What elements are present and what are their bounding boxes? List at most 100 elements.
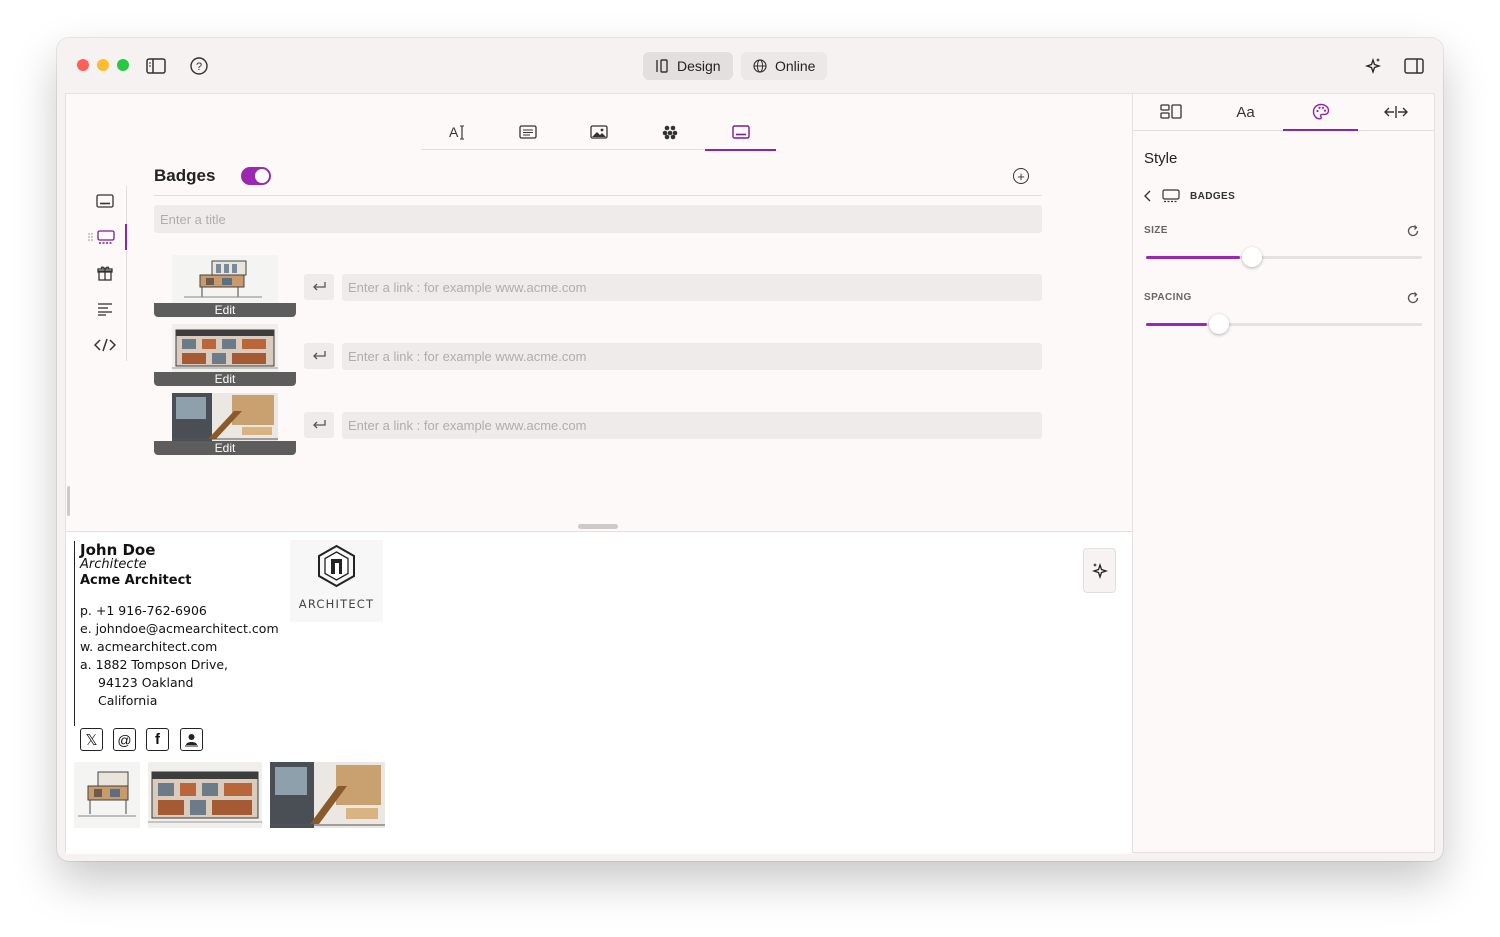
help-icon[interactable]: ? bbox=[188, 55, 210, 77]
globe-icon bbox=[753, 59, 767, 73]
signature-accent-line bbox=[74, 541, 75, 726]
return-icon bbox=[313, 351, 326, 360]
tab-image[interactable] bbox=[563, 114, 634, 150]
nav-code-item[interactable] bbox=[94, 334, 116, 356]
badge-thumbnail[interactable]: Edit bbox=[154, 255, 296, 317]
badge-row: Edit bbox=[154, 255, 1042, 317]
reset-size-icon[interactable] bbox=[1406, 224, 1420, 238]
inspector-toggle-icon[interactable] bbox=[1403, 55, 1425, 77]
spacing-icon bbox=[1383, 106, 1408, 118]
signature-role: Architecte bbox=[80, 557, 147, 572]
ai-sparkle-icon[interactable] bbox=[1362, 55, 1384, 77]
email-prefix: e. bbox=[80, 621, 92, 636]
threads-icon: @ bbox=[117, 731, 132, 748]
signature-badge-image[interactable] bbox=[74, 762, 140, 828]
ai-assist-button[interactable] bbox=[1083, 548, 1116, 593]
spacing-label: SPACING bbox=[1144, 292, 1192, 303]
contact-social-link[interactable] bbox=[180, 728, 203, 751]
badge-thumbnail[interactable]: Edit bbox=[154, 393, 296, 455]
size-slider-knob[interactable] bbox=[1242, 247, 1262, 267]
signature-email-line: e. johndoe@acmearchitect.com bbox=[80, 621, 279, 636]
logo-text: ARCHITECT bbox=[298, 597, 375, 611]
tab-apps[interactable] bbox=[634, 114, 705, 150]
design-label: Design bbox=[677, 58, 721, 74]
signature-phone-line: p. +1 916-762-6906 bbox=[80, 603, 207, 618]
size-slider[interactable] bbox=[1146, 247, 1422, 267]
minimize-window-button[interactable] bbox=[97, 59, 109, 71]
facebook-social-link[interactable]: f bbox=[146, 728, 169, 751]
tab-layout[interactable] bbox=[1133, 94, 1208, 130]
badge-link-input[interactable] bbox=[342, 343, 1042, 370]
online-button[interactable]: Online bbox=[741, 52, 828, 80]
tab-text[interactable]: A bbox=[421, 114, 492, 150]
signature-web-line: w. acmearchitect.com bbox=[80, 639, 217, 654]
size-slider-fill bbox=[1146, 256, 1240, 259]
signature-badge-image[interactable] bbox=[148, 762, 262, 828]
phone-prefix: p. bbox=[80, 603, 92, 618]
tab-badges[interactable] bbox=[705, 114, 776, 151]
badge-edit-button[interactable]: Edit bbox=[154, 372, 296, 386]
contact-icon bbox=[185, 734, 198, 747]
gallery-icon bbox=[1162, 189, 1180, 203]
signature-badge-image[interactable] bbox=[270, 762, 385, 828]
reset-spacing-icon[interactable] bbox=[1406, 291, 1420, 305]
gallery-icon bbox=[88, 230, 115, 244]
editor-tabs: A bbox=[421, 114, 776, 151]
add-badge-button[interactable]: + bbox=[1013, 168, 1029, 184]
x-icon: 𝕏 bbox=[85, 730, 98, 749]
sidebar-toggle-icon[interactable] bbox=[145, 55, 167, 77]
online-label: Online bbox=[775, 58, 816, 74]
tab-spacing[interactable] bbox=[1358, 94, 1433, 130]
badge-link-input[interactable] bbox=[342, 274, 1042, 301]
chevron-left-icon bbox=[1144, 190, 1151, 202]
phone-value: +1 916-762-6906 bbox=[95, 603, 207, 618]
tab-style[interactable] bbox=[1283, 94, 1358, 131]
x-social-link[interactable]: 𝕏 bbox=[80, 728, 103, 751]
spacing-slider[interactable] bbox=[1146, 314, 1422, 334]
badge-icon bbox=[96, 194, 114, 208]
badge-row: Edit bbox=[154, 324, 1042, 386]
breadcrumb-label: BADGES bbox=[1190, 190, 1236, 202]
address-line-3: California bbox=[98, 693, 158, 708]
signature-address-line: a. 1882 Tompson Drive, bbox=[80, 657, 228, 672]
nav-active-indicator bbox=[125, 224, 127, 250]
badges-toggle[interactable] bbox=[241, 167, 271, 185]
company-logo: ARCHITECT bbox=[290, 540, 383, 622]
link-return-button[interactable] bbox=[304, 274, 334, 300]
nav-gift-item[interactable] bbox=[94, 262, 116, 284]
badge-title-input[interactable] bbox=[154, 205, 1042, 233]
badge-edit-button[interactable]: Edit bbox=[154, 303, 296, 317]
design-icon bbox=[656, 59, 668, 73]
app-window: ? Design Online A Badges + Enter a title… bbox=[57, 38, 1443, 861]
threads-social-link[interactable]: @ bbox=[113, 728, 136, 751]
signature-company: Acme Architect bbox=[80, 573, 192, 588]
style-panel: Aa Style BADGES SIZE SPACING bbox=[1132, 93, 1435, 853]
spacing-slider-fill bbox=[1146, 323, 1207, 326]
section-title: Badges bbox=[154, 166, 216, 185]
nav-gallery-item[interactable] bbox=[86, 226, 122, 248]
close-window-button[interactable] bbox=[77, 59, 89, 71]
link-return-button[interactable] bbox=[304, 343, 334, 369]
resize-grip[interactable] bbox=[67, 486, 70, 516]
nav-badge-item[interactable] bbox=[94, 190, 116, 212]
return-icon bbox=[313, 420, 326, 429]
plus-icon: + bbox=[1017, 168, 1025, 184]
badge-thumbnail[interactable]: Edit bbox=[154, 324, 296, 386]
spacing-slider-knob[interactable] bbox=[1209, 314, 1229, 334]
nav-paragraph-item[interactable] bbox=[94, 298, 116, 320]
design-button[interactable]: Design bbox=[643, 52, 733, 80]
web-prefix: w. bbox=[80, 639, 94, 654]
style-breadcrumb[interactable]: BADGES bbox=[1144, 189, 1235, 203]
layout-icon bbox=[518, 125, 537, 139]
facebook-icon: f bbox=[155, 731, 160, 748]
maximize-window-button[interactable] bbox=[117, 59, 129, 71]
split-handle[interactable] bbox=[578, 524, 618, 529]
address-line-2: 94123 Oakland bbox=[98, 675, 194, 690]
signature-preview: John Doe Architecte Acme Architect p. +1… bbox=[66, 532, 1133, 854]
address-line-1: 1882 Tompson Drive, bbox=[95, 657, 229, 672]
link-return-button[interactable] bbox=[304, 412, 334, 438]
tab-layout[interactable] bbox=[492, 114, 563, 150]
badge-link-input[interactable] bbox=[342, 412, 1042, 439]
badge-edit-button[interactable]: Edit bbox=[154, 441, 296, 455]
tab-typography[interactable]: Aa bbox=[1208, 94, 1283, 130]
